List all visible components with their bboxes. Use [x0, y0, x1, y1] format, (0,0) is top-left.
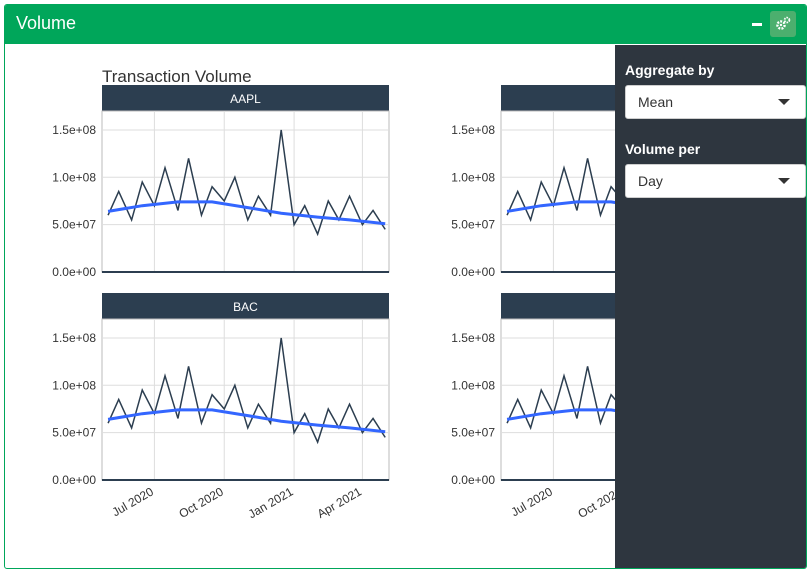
plot-area: [101, 318, 390, 481]
options-sidebar: Aggregate by Mean Volume per Day: [615, 45, 806, 568]
y-tick-label: 0.0e+00: [52, 473, 96, 487]
y-tick-label: 1.0e+08: [52, 378, 96, 392]
x-tick-label: Jul 2020: [110, 484, 157, 519]
aggregate-value: Mean: [638, 94, 674, 110]
plot-area: [101, 110, 390, 273]
y-tick-label: 5.0e+07: [52, 426, 96, 440]
facet-panel: AAPL 0.0e+00 5.0e+07 1.0e+08 1.5e+08: [52, 85, 390, 279]
sidebar-toggle-button[interactable]: [770, 11, 796, 37]
y-tick-label: 0.0e+00: [451, 473, 495, 487]
y-tick-label: 0.0e+00: [451, 265, 495, 279]
volume-per-label: Volume per: [625, 141, 701, 157]
caret-down-icon: [778, 99, 790, 105]
minus-icon: [752, 23, 762, 26]
aggregate-select[interactable]: Mean: [625, 85, 806, 119]
y-tick-label: 1.0e+08: [451, 170, 495, 184]
y-tick-label: 1.5e+08: [451, 331, 495, 345]
facet-strip-label: AAPL: [230, 92, 261, 106]
box-header: Volume: [5, 5, 806, 44]
facet-strip-label: BAC: [233, 300, 258, 314]
y-tick-label: 1.5e+08: [52, 123, 96, 137]
y-tick-label: 5.0e+07: [451, 426, 495, 440]
y-tick-label: 0.0e+00: [52, 265, 96, 279]
y-tick-label: 1.5e+08: [451, 123, 495, 137]
x-tick-label: Jul 2020: [509, 484, 556, 519]
y-tick-label: 1.0e+08: [451, 378, 495, 392]
x-tick-label: Jan 2021: [246, 484, 296, 521]
volume-per-value: Day: [638, 173, 663, 189]
y-tick-label: 5.0e+07: [52, 218, 96, 232]
x-tick-label: Oct 2020: [177, 484, 226, 521]
y-tick-label: 1.5e+08: [52, 331, 96, 345]
y-tick-label: 1.0e+08: [52, 170, 96, 184]
chart-title: Transaction Volume: [102, 67, 252, 86]
volume-per-select[interactable]: Day: [625, 164, 806, 198]
gears-icon: [776, 16, 791, 30]
y-tick-label: 5.0e+07: [451, 218, 495, 232]
box-title: Volume: [16, 13, 77, 33]
facet-panel: BAC 0.0e+00 5.0e+07 1.0e+08 1.5e+08 Jul 2020 O…: [52, 293, 390, 521]
collapse-button[interactable]: [746, 13, 768, 35]
aggregate-label: Aggregate by: [625, 62, 715, 78]
volume-box: Volume AAPL 0.0e+00 5.0e+07 1.0e+08 1.5e+08 0…: [4, 4, 807, 569]
caret-down-icon: [778, 178, 790, 184]
x-tick-label: Apr 2021: [315, 484, 364, 521]
